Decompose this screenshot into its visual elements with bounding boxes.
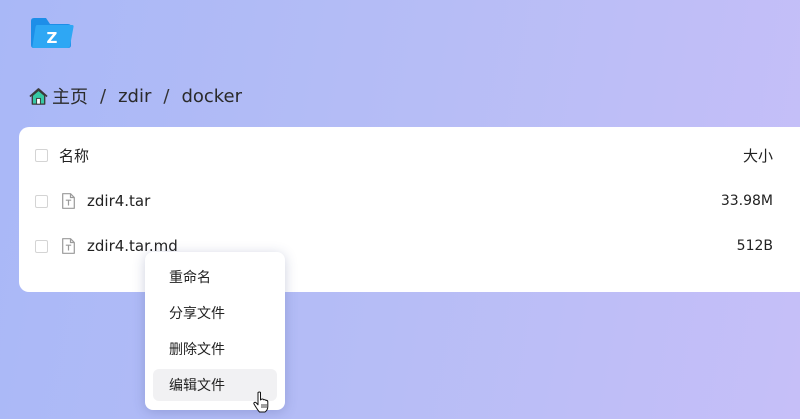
breadcrumb-separator: / (100, 85, 107, 107)
breadcrumb-home[interactable]: 主页 (52, 83, 88, 109)
select-all-checkbox[interactable] (35, 148, 48, 162)
text-file-icon (62, 238, 75, 254)
hand-pointer-icon (253, 391, 269, 413)
breadcrumb-item-zdir[interactable]: zdir (118, 86, 151, 107)
table-row[interactable]: zdir4.tar.md 512B (19, 232, 800, 260)
zdir-logo[interactable]: Z (30, 15, 74, 51)
file-size: 512B (736, 238, 773, 254)
menu-item-share-file[interactable]: 分享文件 (153, 297, 277, 329)
home-icon[interactable] (28, 86, 49, 107)
menu-item-delete-file[interactable]: 删除文件 (153, 333, 277, 365)
row-checkbox[interactable] (35, 239, 48, 253)
column-header-size[interactable]: 大小 (743, 145, 773, 166)
column-header-name[interactable]: 名称 (59, 145, 89, 166)
breadcrumb-separator: / (163, 85, 170, 107)
file-list-panel: 名称 大小 zdir4.tar 33.98M zdir4.tar.md 512B (19, 127, 800, 292)
row-checkbox[interactable] (35, 194, 48, 208)
context-menu: 重命名 分享文件 删除文件 编辑文件 (145, 252, 285, 410)
folder-logo-icon: Z (31, 18, 74, 48)
menu-item-rename[interactable]: 重命名 (153, 261, 277, 293)
file-size: 33.98M (720, 193, 773, 209)
svg-text:Z: Z (47, 29, 58, 47)
file-name[interactable]: zdir4.tar (87, 192, 150, 210)
table-header: 名称 大小 (19, 141, 800, 169)
table-row[interactable]: zdir4.tar 33.98M (19, 187, 800, 215)
breadcrumb: 主页 / zdir / docker (28, 84, 242, 108)
text-file-icon (62, 193, 75, 209)
breadcrumb-item-docker[interactable]: docker (181, 86, 242, 107)
